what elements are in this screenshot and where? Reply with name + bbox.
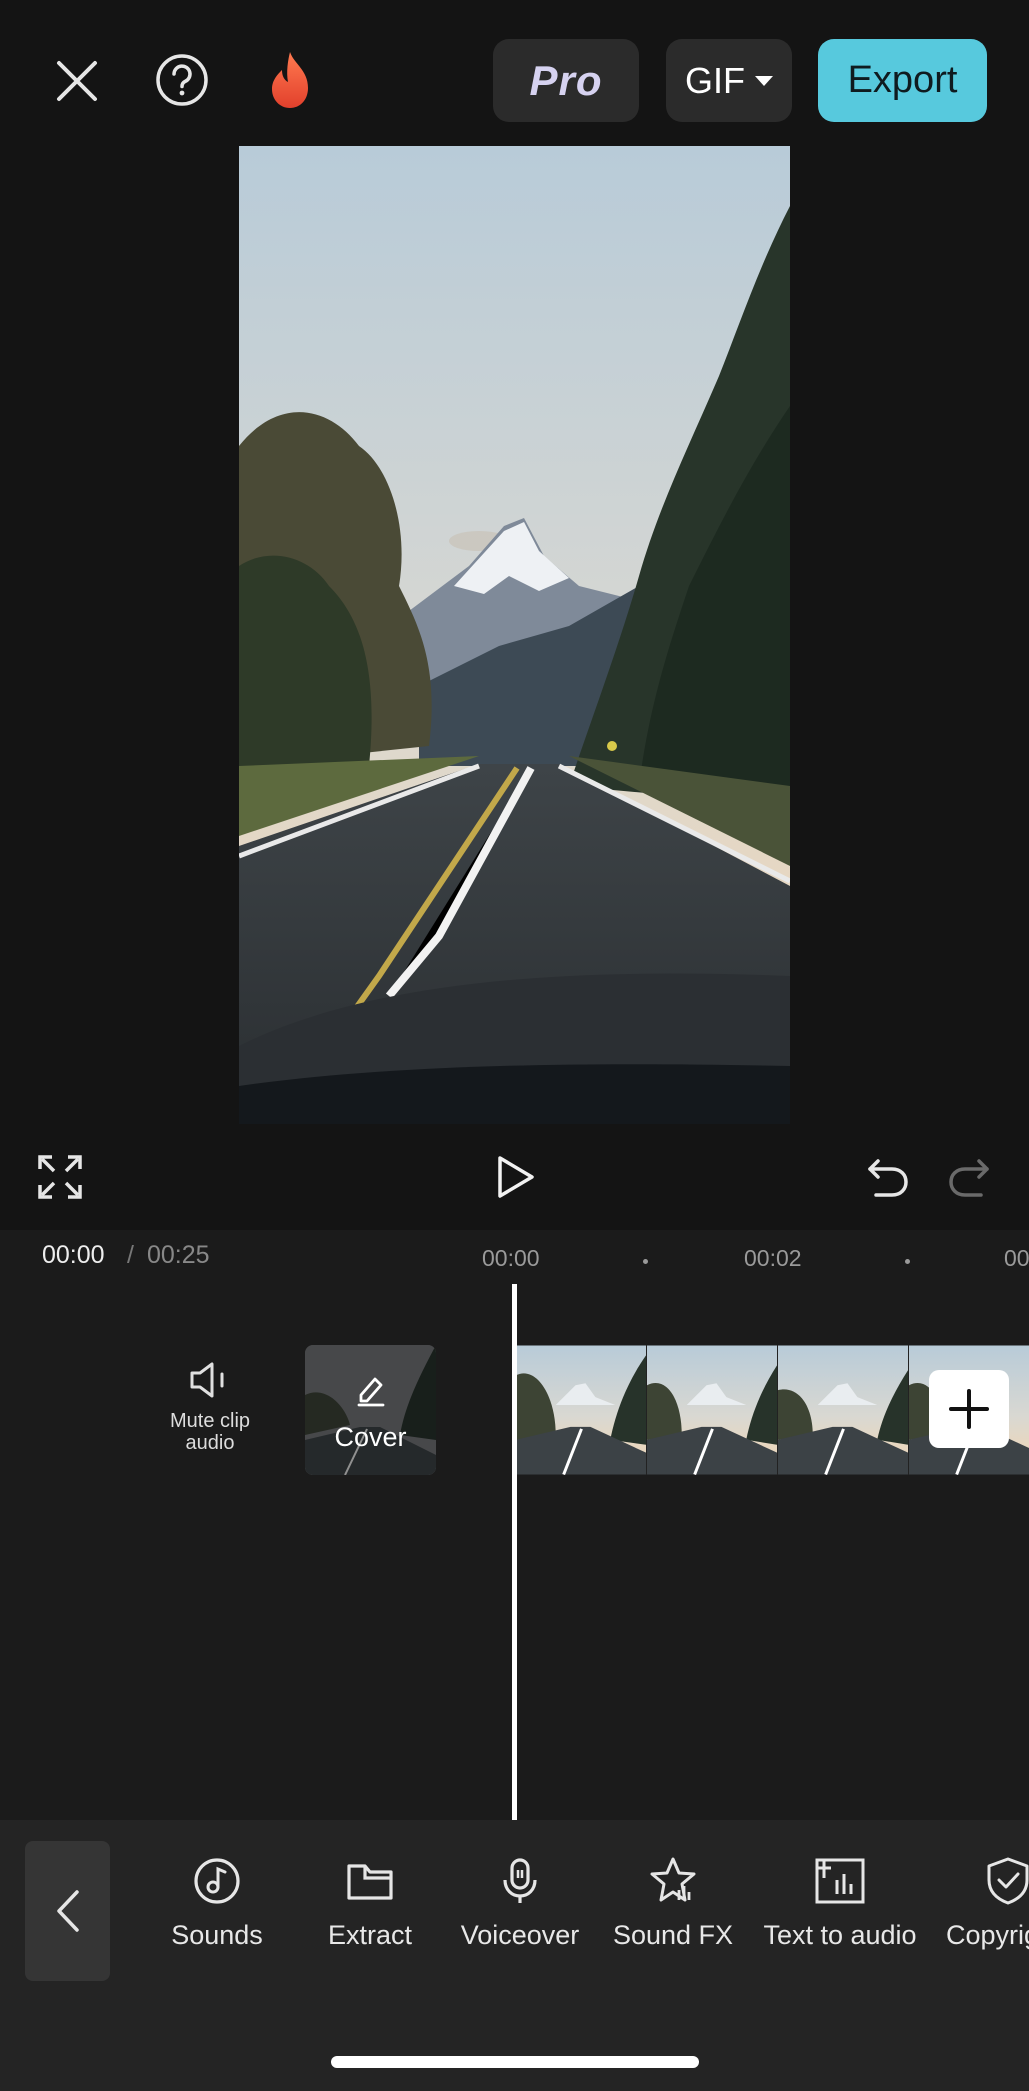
cover-label: Cover	[334, 1422, 407, 1452]
help-button[interactable]	[142, 40, 222, 120]
shield-check-icon	[987, 1857, 1029, 1905]
play-icon	[498, 1156, 534, 1198]
tool-label: Sound FX	[612, 1920, 734, 1950]
timeline-tick: 00:04	[1004, 1245, 1029, 1271]
timeline-dot	[905, 1259, 910, 1264]
tool-label: Sounds	[171, 1920, 263, 1950]
fullscreen-icon	[38, 1155, 82, 1199]
back-button[interactable]	[25, 1841, 110, 1981]
play-button[interactable]	[490, 1152, 540, 1202]
time-separator: /	[127, 1241, 134, 1269]
caret-down-icon	[755, 75, 773, 86]
chevron-left-icon	[56, 1890, 79, 1932]
timeline-tick: 00:00	[482, 1245, 540, 1271]
tool-text-to-audio[interactable]: Text to audio	[760, 1856, 920, 1951]
sound-fx-icon	[650, 1857, 696, 1902]
clip-frame	[778, 1345, 909, 1475]
close-button[interactable]	[38, 42, 116, 120]
timeline-tick: 00:02	[744, 1245, 802, 1271]
undo-icon	[868, 1159, 908, 1197]
fullscreen-button[interactable]	[36, 1153, 84, 1201]
redo-button[interactable]	[947, 1155, 991, 1199]
gif-label: GIF	[685, 59, 745, 101]
tool-label: Voiceover	[460, 1920, 580, 1950]
tool-voiceover[interactable]: Voiceover	[455, 1856, 585, 1951]
tool-extract[interactable]: Extract	[320, 1856, 420, 1951]
home-indicator	[331, 2056, 699, 2068]
plus-icon	[949, 1389, 989, 1429]
export-label: Export	[847, 59, 958, 101]
mute-label: Mute clip audio	[169, 1410, 251, 1454]
redo-icon	[949, 1159, 989, 1197]
current-time: 00:00	[42, 1241, 105, 1269]
cover-button[interactable]: Cover	[305, 1345, 436, 1475]
undo-button[interactable]	[866, 1155, 910, 1199]
tool-label: Extract	[327, 1920, 413, 1950]
tool-sound-fx[interactable]: Sound FX	[610, 1856, 736, 1951]
mute-clip-audio-button[interactable]: Mute clip audio	[150, 1360, 270, 1470]
timeline-dot	[643, 1259, 648, 1264]
tool-label: Copyright	[946, 1920, 1029, 1950]
fire-icon	[272, 52, 308, 108]
clip-frame	[647, 1345, 778, 1475]
preview-image	[239, 146, 790, 1124]
add-clip-button[interactable]	[929, 1370, 1009, 1448]
mute-icon	[190, 1362, 224, 1398]
sounds-icon	[194, 1858, 240, 1904]
close-icon	[57, 61, 97, 101]
tool-sounds[interactable]: Sounds	[170, 1856, 264, 1951]
video-preview[interactable]	[239, 146, 790, 1124]
playhead[interactable]	[512, 1284, 517, 1820]
gif-format-dropdown[interactable]: GIF	[666, 39, 792, 122]
total-duration: 00:25	[147, 1241, 210, 1269]
cover-thumbnail	[305, 1345, 436, 1475]
microphone-icon	[503, 1858, 537, 1903]
pro-button[interactable]: Pro	[493, 39, 639, 122]
tool-copyright[interactable]: Copyright	[946, 1856, 1029, 1951]
help-icon	[156, 54, 208, 106]
tool-label: Text to audio	[763, 1920, 917, 1950]
export-button[interactable]: Export	[818, 39, 987, 122]
pro-label: Pro	[529, 56, 603, 104]
text-to-audio-icon	[815, 1858, 865, 1904]
extract-icon	[347, 1864, 393, 1900]
trending-button[interactable]	[250, 40, 330, 120]
pencil-icon	[357, 1377, 385, 1407]
clip-frame	[516, 1345, 647, 1475]
